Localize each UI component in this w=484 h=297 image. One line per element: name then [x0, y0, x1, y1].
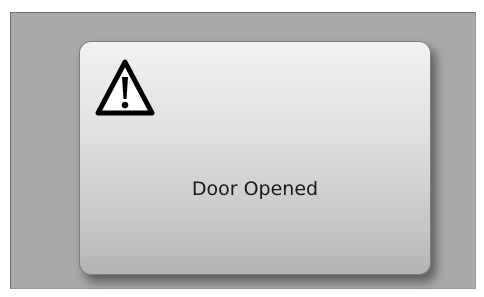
- top-cropped-text: ...: [0, 0, 11, 3]
- alert-dialog[interactable]: Door Opened: [79, 41, 431, 275]
- screen-panel: Door Opened: [10, 12, 476, 289]
- alert-message: Door Opened: [191, 178, 319, 200]
- warning-triangle-icon: [95, 59, 155, 116]
